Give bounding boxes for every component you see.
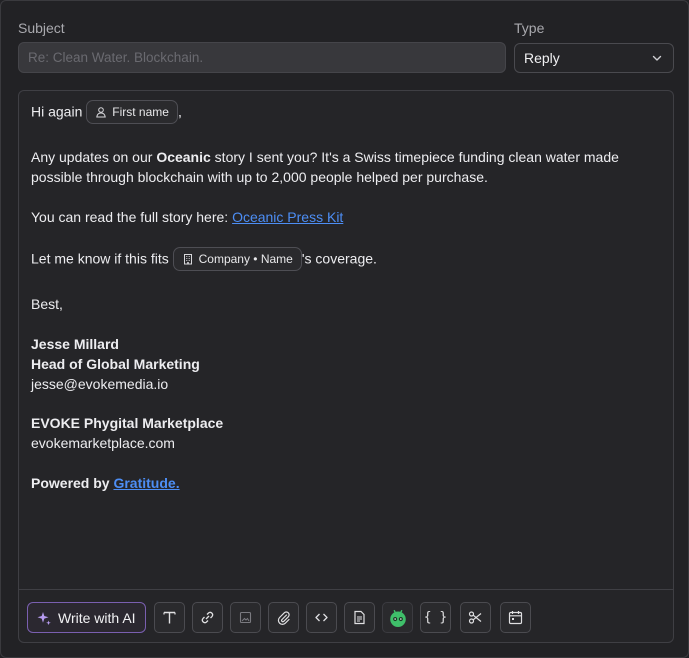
scissors-icon <box>468 611 482 624</box>
calendar-icon <box>508 611 523 625</box>
first-name-chip-label: First name <box>112 105 169 119</box>
powered-by-line: Powered by Gratitude. <box>31 473 180 493</box>
p3-prefix: Let me know if this fits <box>31 250 169 267</box>
type-select[interactable]: Reply <box>514 43 674 73</box>
company-site: evokemarketplace.com <box>31 435 175 451</box>
subject-input[interactable] <box>18 42 506 73</box>
closing-text: Best, <box>31 296 63 312</box>
text-format-icon <box>163 611 176 624</box>
company-name-chip[interactable]: Company • Name <box>172 247 302 271</box>
text-format-button[interactable] <box>154 602 185 633</box>
insert-code-button[interactable] <box>306 602 337 633</box>
greeting-comma: , <box>177 103 182 120</box>
schedule-button[interactable] <box>500 602 531 633</box>
paragraph-3: Let me know if this fits Company • Name … <box>31 247 377 272</box>
insert-variable-button[interactable]: { } <box>420 602 451 633</box>
chevron-down-icon <box>652 55 662 61</box>
p1-prefix: Any updates on our <box>31 149 157 165</box>
greeting-line: Hi again First name , <box>31 100 182 125</box>
signature-email: jesse@evokemedia.io <box>31 376 169 392</box>
building-icon <box>183 254 192 265</box>
insert-document-button[interactable] <box>344 602 375 633</box>
p1-suffix: story I sent you? It's a Swiss timepiece… <box>210 149 619 165</box>
powered-by-text: Powered by <box>31 475 114 491</box>
gratitude-link[interactable]: Gratitude. <box>113 475 179 491</box>
paragraph-1-line-1: Any updates on our Oceanic story I sent … <box>31 147 619 167</box>
write-with-ai-label: Write with AI <box>58 609 136 626</box>
signature-title: Head of Global Marketing <box>31 356 200 372</box>
bot-assistant-button[interactable] <box>382 602 413 633</box>
document-icon <box>354 610 365 625</box>
robot-icon <box>389 609 406 627</box>
greeting-text: Hi again <box>31 103 83 120</box>
editor-toolbar: Write with AI {} <box>19 589 673 642</box>
attachment-icon <box>277 611 290 625</box>
sparkle-icon <box>37 611 51 625</box>
image-icon <box>239 611 252 624</box>
variable-braces-icon: { } <box>423 610 448 625</box>
person-icon <box>96 107 107 118</box>
code-icon <box>315 613 328 622</box>
company-name-chip-label: Company • Name <box>198 252 293 266</box>
write-with-ai-button[interactable]: Write with AI <box>27 602 146 633</box>
insert-link-button[interactable] <box>192 602 223 633</box>
p3-suffix: 's coverage. <box>301 250 377 267</box>
attach-file-button[interactable] <box>268 602 299 633</box>
first-name-chip[interactable]: First name <box>86 100 178 124</box>
email-composer: Subject Type Reply Hi again First name ,… <box>0 0 689 658</box>
type-label: Type <box>514 20 545 36</box>
company-name: EVOKE Phygital Marketplace <box>31 415 224 431</box>
p1-bold: Oceanic <box>156 149 211 165</box>
link-icon <box>201 611 214 624</box>
signature-name: Jesse Millard <box>31 336 119 352</box>
paragraph-1-line-2: possible through blockchain with up to 2… <box>31 169 488 185</box>
p2-prefix: You can read the full story here: <box>31 209 233 225</box>
type-selected-value: Reply <box>524 50 560 66</box>
oceanic-press-kit-link[interactable]: Oceanic Press Kit <box>232 209 343 225</box>
email-body-editor[interactable]: Hi again First name , Any updates on our… <box>18 90 674 643</box>
snippet-button[interactable] <box>460 602 491 633</box>
subject-label: Subject <box>18 20 65 36</box>
paragraph-2: You can read the full story here: Oceani… <box>31 207 343 227</box>
insert-image-button[interactable] <box>230 602 261 633</box>
